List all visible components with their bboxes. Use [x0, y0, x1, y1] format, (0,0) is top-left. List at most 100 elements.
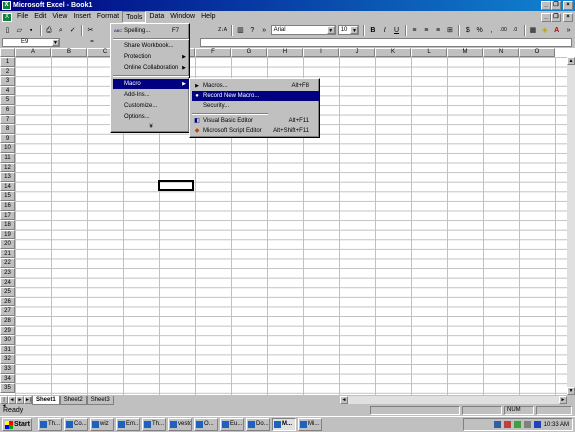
increase-decimal-button[interactable]: .00	[498, 25, 509, 36]
row-header-9[interactable]: 9	[0, 133, 15, 144]
row-header-21[interactable]: 21	[0, 248, 15, 259]
row-header-31[interactable]: 31	[0, 344, 15, 355]
chevron-down-icon[interactable]: ▼	[52, 39, 59, 46]
taskbar-button[interactable]: Mi...	[298, 418, 322, 431]
taskbar-button[interactable]: vesto	[168, 418, 192, 431]
bold-button[interactable]: B	[367, 25, 378, 36]
prev-sheet-icon[interactable]: ◄	[8, 396, 16, 404]
start-button[interactable]: Start	[2, 418, 32, 431]
menu-data[interactable]: Data	[146, 11, 167, 23]
chart-wizard-icon[interactable]: ▥	[235, 25, 246, 36]
column-header-m[interactable]: M	[447, 48, 483, 57]
toolbar-options-icon[interactable]: »	[563, 25, 574, 36]
column-header-h[interactable]: H	[267, 48, 303, 57]
menu-macro[interactable]: Macro ▶	[113, 79, 189, 89]
column-header-f[interactable]: F	[195, 48, 231, 57]
scroll-right-icon[interactable]: ►	[559, 396, 567, 404]
row-header-18[interactable]: 18	[0, 220, 15, 230]
column-header-o[interactable]: O	[519, 48, 555, 57]
percent-button[interactable]: %	[474, 25, 485, 36]
column-header-a[interactable]: A	[15, 48, 51, 57]
row-header-10[interactable]: 10	[0, 143, 15, 153]
excel-app-icon[interactable]: X	[2, 1, 11, 10]
row-header-20[interactable]: 20	[0, 239, 15, 249]
menu-edit[interactable]: Edit	[31, 11, 49, 23]
menu-help[interactable]: Help	[198, 11, 218, 23]
close-button[interactable]: ×	[563, 1, 573, 10]
row-header-17[interactable]: 17	[0, 210, 15, 221]
decrease-decimal-button[interactable]: .0	[510, 25, 521, 36]
active-cell-e9[interactable]	[158, 180, 194, 191]
tray-display-icon[interactable]	[533, 421, 541, 428]
row-header-13[interactable]: 13	[0, 172, 15, 182]
workbook-icon[interactable]: X	[2, 12, 12, 22]
open-icon[interactable]: ▱	[14, 25, 25, 36]
align-left-icon[interactable]: ≡	[409, 25, 420, 36]
row-header-30[interactable]: 30	[0, 335, 15, 345]
more-buttons-icon[interactable]: »	[259, 25, 270, 36]
tab-sheet1[interactable]: Sheet1	[32, 395, 60, 405]
print-icon[interactable]: ⎙	[44, 25, 55, 36]
row-header-11[interactable]: 11	[0, 152, 15, 163]
column-header-i[interactable]: I	[303, 48, 339, 57]
next-sheet-icon[interactable]: ►	[16, 396, 24, 404]
borders-icon[interactable]: ▦	[528, 25, 539, 36]
save-icon[interactable]: ▪	[26, 25, 37, 36]
menu-expand-chevron[interactable]: ¥	[113, 122, 189, 132]
doc-restore-button[interactable]: ❐	[551, 13, 561, 22]
column-header-n[interactable]: N	[483, 48, 519, 57]
row-header-8[interactable]: 8	[0, 124, 15, 134]
taskbar-button[interactable]: Em...	[116, 418, 140, 431]
vertical-scrollbar[interactable]: ▲ ▼	[567, 57, 575, 395]
menu-file[interactable]: File	[14, 11, 31, 23]
font-size-select[interactable]: 10 ▼	[337, 25, 360, 35]
row-header-6[interactable]: 6	[0, 104, 15, 115]
doc-close-button[interactable]: ×	[563, 13, 573, 22]
cut-icon[interactable]: ✂	[85, 25, 96, 36]
taskbar-button[interactable]: Th...	[38, 418, 62, 431]
taskbar-button[interactable]: M...	[272, 418, 296, 431]
tray-network-icon[interactable]	[493, 421, 501, 428]
merge-center-icon[interactable]: ⊞	[445, 25, 456, 36]
doc-minimize-button[interactable]: _	[541, 13, 551, 22]
font-color-icon[interactable]: A	[551, 25, 562, 36]
sort-descending-icon[interactable]: Z↓A	[217, 25, 228, 36]
taskbar-button[interactable]: Eu...	[220, 418, 244, 431]
font-name-select[interactable]: Arial ▼	[270, 25, 336, 35]
print-preview-icon[interactable]: ⌕	[55, 25, 66, 36]
tray-antivirus-icon[interactable]	[503, 421, 511, 428]
select-all-corner[interactable]	[0, 48, 15, 57]
underline-button[interactable]: U	[391, 25, 402, 36]
row-header-12[interactable]: 12	[0, 162, 15, 173]
align-right-icon[interactable]: ≡	[433, 25, 444, 36]
menu-record-new-macro[interactable]: ● Record New Macro...	[192, 91, 319, 101]
menu-script-editor[interactable]: ◆ Microsoft Script Editor Alt+Shift+F11	[192, 126, 319, 136]
tab-sheet2[interactable]: Sheet2	[59, 395, 87, 405]
horizontal-scrollbar[interactable]: ◄ ►	[340, 396, 567, 404]
menu-window[interactable]: Window	[167, 11, 198, 23]
row-header-27[interactable]: 27	[0, 306, 15, 317]
menu-add-ins[interactable]: Add-Ins...	[113, 90, 189, 100]
row-header-29[interactable]: 29	[0, 325, 15, 336]
taskbar-button[interactable]: Co...	[64, 418, 88, 431]
first-sheet-icon[interactable]: |◄	[0, 396, 8, 409]
column-header-j[interactable]: J	[339, 48, 375, 57]
menu-online-collaboration[interactable]: Online Collaboration ▶	[113, 63, 189, 73]
menu-insert[interactable]: Insert	[70, 11, 94, 23]
row-header-26[interactable]: 26	[0, 296, 15, 307]
row-header-22[interactable]: 22	[0, 258, 15, 269]
scroll-track[interactable]	[348, 396, 559, 404]
menu-share-workbook[interactable]: Share Workbook...	[113, 41, 189, 51]
row-header-35[interactable]: 35	[0, 383, 15, 393]
menu-spelling[interactable]: ABC Spelling... F7	[113, 26, 189, 36]
formula-input[interactable]	[200, 38, 572, 47]
column-header-k[interactable]: K	[375, 48, 411, 57]
minimize-button[interactable]: _	[541, 1, 551, 10]
row-header-2[interactable]: 2	[0, 66, 15, 77]
column-header-l[interactable]: L	[411, 48, 447, 57]
align-center-icon[interactable]: ≡	[421, 25, 432, 36]
column-header-g[interactable]: G	[231, 48, 267, 57]
chevron-down-icon[interactable]: ▼	[350, 26, 359, 34]
italic-button[interactable]: I	[379, 25, 390, 36]
row-header-23[interactable]: 23	[0, 268, 15, 278]
